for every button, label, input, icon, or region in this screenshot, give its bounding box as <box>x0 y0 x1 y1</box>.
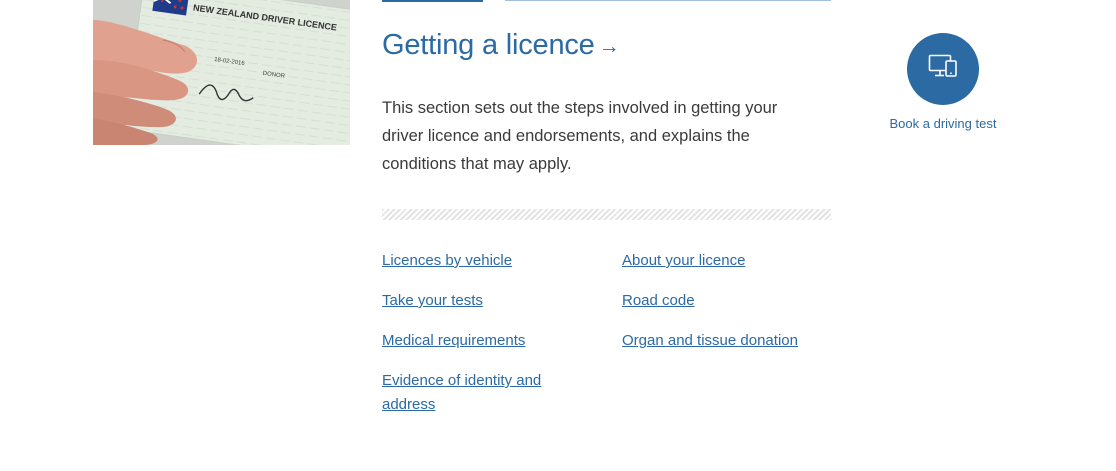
link-road-code[interactable]: Road code <box>622 289 695 313</box>
link-about-your-licence[interactable]: About your licence <box>622 249 745 273</box>
section-heading-link[interactable]: Getting a licence → <box>382 29 620 62</box>
section-heading-text: Getting a licence <box>382 29 595 61</box>
book-icon-circle[interactable] <box>907 33 979 105</box>
book-driving-test-button[interactable]: Book a driving test <box>880 33 1006 131</box>
licence-card-image: NEW ZEALAND DRIVER LICENCE 18-02-2016 DO… <box>93 0 350 145</box>
link-medical-requirements[interactable]: Medical requirements <box>382 329 525 353</box>
arrow-right-icon: → <box>598 35 620 58</box>
link-organ-and-tissue-donation[interactable]: Organ and tissue donation <box>622 329 798 353</box>
section-intro: This section sets out the steps involved… <box>382 99 778 173</box>
link-evidence-of-identity[interactable]: Evidence of identity and address <box>382 369 572 417</box>
hatched-divider <box>382 209 831 220</box>
top-rule <box>505 0 831 1</box>
devices-icon <box>928 54 958 85</box>
link-licences-by-vehicle[interactable]: Licences by vehicle <box>382 249 512 273</box>
link-take-your-tests[interactable]: Take your tests <box>382 289 483 313</box>
book-driving-test-label: Book a driving test <box>889 116 997 131</box>
top-rule-active <box>382 0 483 2</box>
page: NEW ZEALAND DRIVER LICENCE 18-02-2016 DO… <box>0 0 1116 471</box>
